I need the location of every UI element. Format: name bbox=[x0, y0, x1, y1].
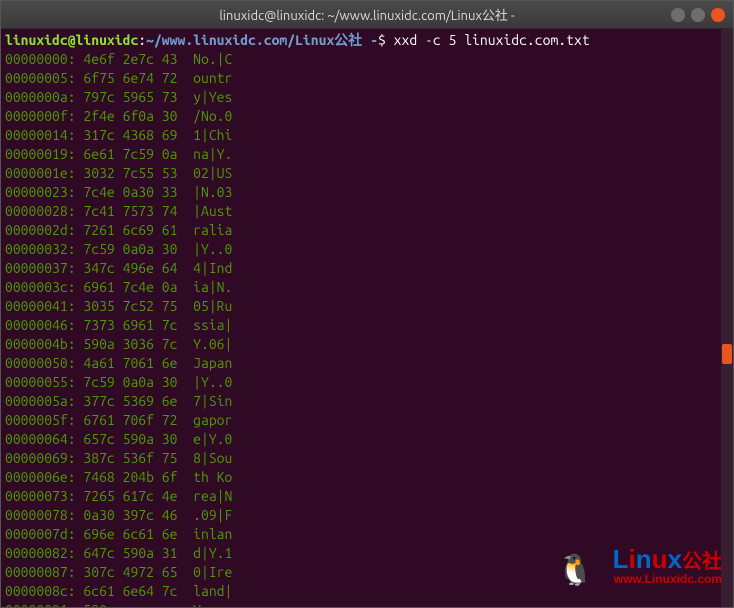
hex-line: 0000005a: 377c 5369 6e 7|Sin bbox=[5, 392, 729, 411]
titlebar[interactable]: linuxidc@linuxidc: ~/www.linuxidc.com/Li… bbox=[1, 1, 733, 29]
hex-dump-output: 00000000: 4e6f 2e7c 43 No.|C00000005: 6f… bbox=[5, 50, 729, 607]
hex-line: 00000073: 7265 617c 4e rea|N bbox=[5, 487, 729, 506]
hex-line: 0000007d: 696e 6c61 6e inlan bbox=[5, 525, 729, 544]
hex-line: 00000041: 3035 7c52 75 05|Ru bbox=[5, 297, 729, 316]
hex-line: 00000078: 0a30 397c 46 .09|F bbox=[5, 506, 729, 525]
window-title: linuxidc@linuxidc: ~/www.linuxidc.com/Li… bbox=[219, 5, 514, 24]
terminal-body[interactable]: linuxidc@linuxidc:~/www.linuxidc.com/Lin… bbox=[1, 29, 733, 607]
hex-line: 0000000f: 2f4e 6f0a 30 /No.0 bbox=[5, 107, 729, 126]
hex-line: 0000000a: 797c 5965 73 y|Yes bbox=[5, 88, 729, 107]
hex-line: 0000005f: 6761 706f 72 gapor bbox=[5, 411, 729, 430]
prompt-userhost: linuxidc@linuxidc bbox=[5, 32, 138, 48]
hex-line: 0000002d: 7261 6c69 61 ralia bbox=[5, 221, 729, 240]
hex-line: 00000064: 657c 590a 30 e|Y.0 bbox=[5, 430, 729, 449]
hex-line: 00000091: 590a Y. bbox=[5, 601, 729, 607]
hex-line: 00000019: 6e61 7c59 0a na|Y. bbox=[5, 145, 729, 164]
prompt-line-command: linuxidc@linuxidc:~/www.linuxidc.com/Lin… bbox=[5, 31, 729, 50]
hex-line: 0000006e: 7468 204b 6f th Ko bbox=[5, 468, 729, 487]
command-text: xxd -c 5 linuxidc.com.txt bbox=[394, 32, 590, 48]
hex-line: 00000069: 387c 536f 75 8|Sou bbox=[5, 449, 729, 468]
hex-line: 00000037: 347c 496e 64 4|Ind bbox=[5, 259, 729, 278]
hex-line: 0000008c: 6c61 6e64 7c land| bbox=[5, 582, 729, 601]
minimize-button[interactable] bbox=[671, 8, 685, 22]
hex-line: 00000087: 307c 4972 65 0|Ire bbox=[5, 563, 729, 582]
prompt-path: ~/www.linuxidc.com/Linux公社 - bbox=[146, 32, 378, 48]
hex-line: 00000055: 7c59 0a0a 30 |Y..0 bbox=[5, 373, 729, 392]
hex-line: 00000050: 4a61 7061 6e Japan bbox=[5, 354, 729, 373]
hex-line: 00000046: 7373 6961 7c ssia| bbox=[5, 316, 729, 335]
scroll-thumb[interactable] bbox=[722, 344, 732, 364]
close-button[interactable] bbox=[711, 8, 725, 22]
hex-line: 00000082: 647c 590a 31 d|Y.1 bbox=[5, 544, 729, 563]
hex-line: 00000028: 7c41 7573 74 |Aust bbox=[5, 202, 729, 221]
hex-line: 0000001e: 3032 7c55 53 02|US bbox=[5, 164, 729, 183]
hex-line: 00000014: 317c 4368 69 1|Chi bbox=[5, 126, 729, 145]
window-controls bbox=[671, 8, 725, 22]
hex-line: 00000005: 6f75 6e74 72 ountr bbox=[5, 69, 729, 88]
hex-line: 00000032: 7c59 0a0a 30 |Y..0 bbox=[5, 240, 729, 259]
hex-line: 0000004b: 590a 3036 7c Y.06| bbox=[5, 335, 729, 354]
maximize-button[interactable] bbox=[691, 8, 705, 22]
hex-line: 0000003c: 6961 7c4e 0a ia|N. bbox=[5, 278, 729, 297]
scrollbar[interactable] bbox=[721, 29, 733, 607]
hex-line: 00000000: 4e6f 2e7c 43 No.|C bbox=[5, 50, 729, 69]
terminal-window: linuxidc@linuxidc: ~/www.linuxidc.com/Li… bbox=[0, 0, 734, 608]
hex-line: 00000023: 7c4e 0a30 33 |N.03 bbox=[5, 183, 729, 202]
